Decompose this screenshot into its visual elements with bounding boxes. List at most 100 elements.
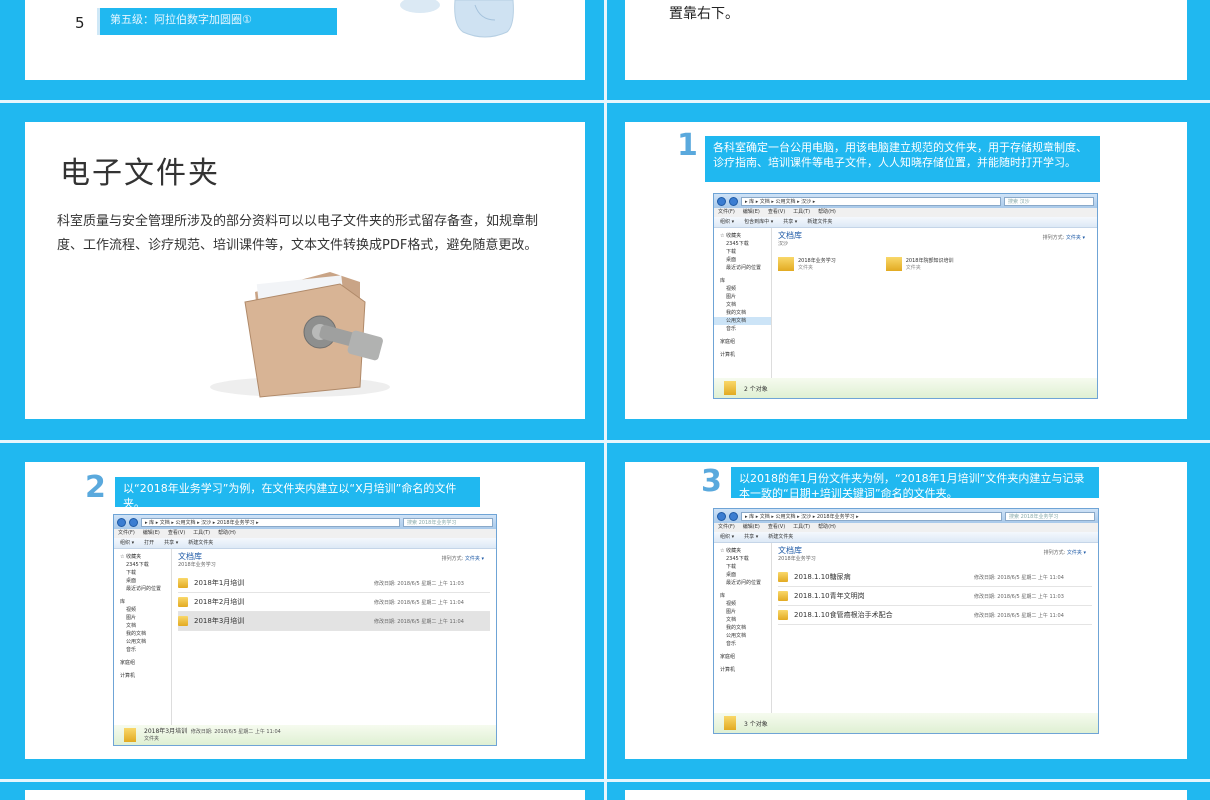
arrange-by[interactable]: 排列方式: 文件夹 ▾ [442,555,484,562]
nav-computer[interactable]: 计算机 [714,666,771,674]
file-list: 文档库 2018年业务学习 排列方式: 文件夹 ▾ 2018年1月培训 修改日期… [172,549,496,725]
folder-icon [178,597,188,607]
nav-public-documents[interactable]: 公用文档 [114,638,171,646]
address-bar[interactable]: ▸ 库 ▸ 文档 ▸ 公用文档 ▸ 汉沙 ▸ 2018年业务学习 ▸ [141,517,400,527]
nav-videos[interactable]: 视频 [714,600,771,608]
nav-music[interactable]: 音乐 [114,646,171,654]
title-bar: ▸ 库 ▸ 文档 ▸ 公用文档 ▸ 汉沙 ▸ 2018年业务学习 ▸ 搜索 20… [114,515,496,529]
nav-my-documents[interactable]: 我的文档 [714,309,771,317]
address-bar[interactable]: ▸ 库 ▸ 文档 ▸ 公用文档 ▸ 汉沙 ▸ 2018年业务学习 ▸ [741,511,1002,521]
arrange-value[interactable]: 文件夹 ▾ [1067,550,1086,556]
level-bar-text: 第五级：阿拉伯数字加圆圈① [110,13,252,26]
nav-recent[interactable]: 最近访问的位置 [114,585,171,593]
arrange-value[interactable]: 文件夹 ▾ [465,556,484,562]
forward-button[interactable] [729,511,738,521]
address-bar[interactable]: ▸ 库 ▸ 文档 ▸ 公用文档 ▸ 汉沙 ▸ [741,196,1001,206]
arrange-by[interactable]: 排列方式: 文件夹 ▾ [1043,234,1085,241]
nav-recent[interactable]: 最近访问的位置 [714,264,771,272]
folder-row[interactable]: 2018.1.10食管癌根治手术配合 修改日期: 2018/6/5 星期二 上午… [778,606,1092,625]
nav-desktop[interactable]: 桌面 [114,577,171,585]
share-button[interactable]: 共享 ▾ [164,538,178,548]
organize-button[interactable]: 组织 ▾ [120,538,134,548]
menu-item-file[interactable]: 文件(F) [718,208,735,217]
menu-item-edit[interactable]: 编辑(E) [743,523,760,532]
nav-homegroup[interactable]: 家庭组 [714,653,771,661]
open-button[interactable]: 打开 [144,538,154,548]
nav-pictures[interactable]: 图片 [714,293,771,301]
nav-libraries[interactable]: 库 [114,598,171,606]
menu-item-tools[interactable]: 工具(T) [793,523,810,532]
folder-row[interactable]: 2018年1月培训 修改日期: 2018/6/5 星期二 上午 11:03 [178,574,490,593]
new-folder-button[interactable]: 新建文件夹 [807,217,832,227]
folder-row[interactable]: 2018.1.10青年文明岗 修改日期: 2018/6/5 星期二 上午 11:… [778,587,1092,606]
menu-item-help[interactable]: 帮助(H) [218,529,236,538]
forward-button[interactable] [129,517,138,527]
menu-item-view[interactable]: 查看(V) [768,208,785,217]
nav-2345-downloads[interactable]: 2345下载 [714,240,771,248]
nav-2345-downloads[interactable]: 2345下载 [714,555,771,563]
folder-tile[interactable]: 2018年院部知识培训 文件夹 [885,257,953,271]
nav-public-documents[interactable]: 公用文档 [714,317,771,325]
menu-item-help[interactable]: 帮助(H) [818,208,836,217]
search-input[interactable]: 搜索 2018年业务学习 [403,517,493,527]
forward-button[interactable] [729,196,738,206]
nav-videos[interactable]: 视频 [714,285,771,293]
search-input[interactable]: 搜索 汉沙 [1004,196,1094,206]
menu-item-help[interactable]: 帮助(H) [818,523,836,532]
nav-pictures[interactable]: 图片 [114,614,171,622]
arrange-value[interactable]: 文件夹 ▾ [1066,235,1085,241]
back-button[interactable] [717,196,726,206]
menu-item-tools[interactable]: 工具(T) [193,529,210,538]
search-input[interactable]: 搜索 2018年业务学习 [1005,511,1095,521]
nav-computer[interactable]: 计算机 [714,351,771,359]
nav-favorites[interactable]: ☆ 收藏夹 [714,232,771,240]
share-button[interactable]: 共享 ▾ [783,217,797,227]
nav-computer[interactable]: 计算机 [114,672,171,680]
organize-button[interactable]: 组织 ▾ [720,217,734,227]
nav-desktop[interactable]: 桌面 [714,571,771,579]
nav-my-documents[interactable]: 我的文档 [114,630,171,638]
nav-favorites[interactable]: ☆ 收藏夹 [114,553,171,561]
share-button[interactable]: 共享 ▾ [744,532,758,542]
nav-videos[interactable]: 视频 [114,606,171,614]
menu-item-edit[interactable]: 编辑(E) [143,529,160,538]
nav-downloads[interactable]: 下载 [714,248,771,256]
back-button[interactable] [717,511,726,521]
nav-music[interactable]: 音乐 [714,325,771,333]
folder-tile[interactable]: 2018年业务学习 文件夹 [778,257,836,271]
nav-downloads[interactable]: 下载 [714,563,771,571]
back-button[interactable] [117,517,126,527]
nav-public-documents[interactable]: 公用文档 [714,632,771,640]
new-folder-button[interactable]: 新建文件夹 [768,532,793,542]
folder-row-selected[interactable]: 2018年3月培训 修改日期: 2018/6/5 星期二 上午 11:04 [178,612,490,631]
nav-documents[interactable]: 文档 [714,616,771,624]
nav-my-documents[interactable]: 我的文档 [714,624,771,632]
nav-libraries[interactable]: 库 [714,592,771,600]
new-folder-button[interactable]: 新建文件夹 [188,538,213,548]
folder-row[interactable]: 2018年2月培训 修改日期: 2018/6/5 星期二 上午 11:04 [178,593,490,612]
nav-recent[interactable]: 最近访问的位置 [714,579,771,587]
include-library-button[interactable]: 包含到库中 ▾ [744,217,773,227]
slide-body: 科室质量与安全管理所涉及的部分资料可以以电子文件夹的形式留存备查，如规章制度、工… [57,214,539,253]
menu-item-view[interactable]: 查看(V) [168,529,185,538]
arrange-by[interactable]: 排列方式: 文件夹 ▾ [1044,549,1086,556]
menu-item-view[interactable]: 查看(V) [768,523,785,532]
nav-libraries[interactable]: 库 [714,277,771,285]
nav-documents[interactable]: 文档 [714,301,771,309]
folder-row[interactable]: 2018.1.10糖尿病 修改日期: 2018/6/5 星期二 上午 11:04 [778,568,1092,587]
nav-2345-downloads[interactable]: 2345下载 [114,561,171,569]
nav-favorites[interactable]: ☆ 收藏夹 [714,547,771,555]
menu-item-tools[interactable]: 工具(T) [793,208,810,217]
nav-pictures[interactable]: 图片 [714,608,771,616]
nav-documents[interactable]: 文档 [114,622,171,630]
menu-item-file[interactable]: 文件(F) [118,529,135,538]
nav-homegroup[interactable]: 家庭组 [714,338,771,346]
nav-music[interactable]: 音乐 [714,640,771,648]
nav-homegroup[interactable]: 家庭组 [114,659,171,667]
nav-desktop[interactable]: 桌面 [714,256,771,264]
nav-downloads[interactable]: 下载 [114,569,171,577]
organize-button[interactable]: 组织 ▾ [720,532,734,542]
menu-item-file[interactable]: 文件(F) [718,523,735,532]
library-subtitle: 2018年业务学习 [178,562,216,568]
menu-item-edit[interactable]: 编辑(E) [743,208,760,217]
